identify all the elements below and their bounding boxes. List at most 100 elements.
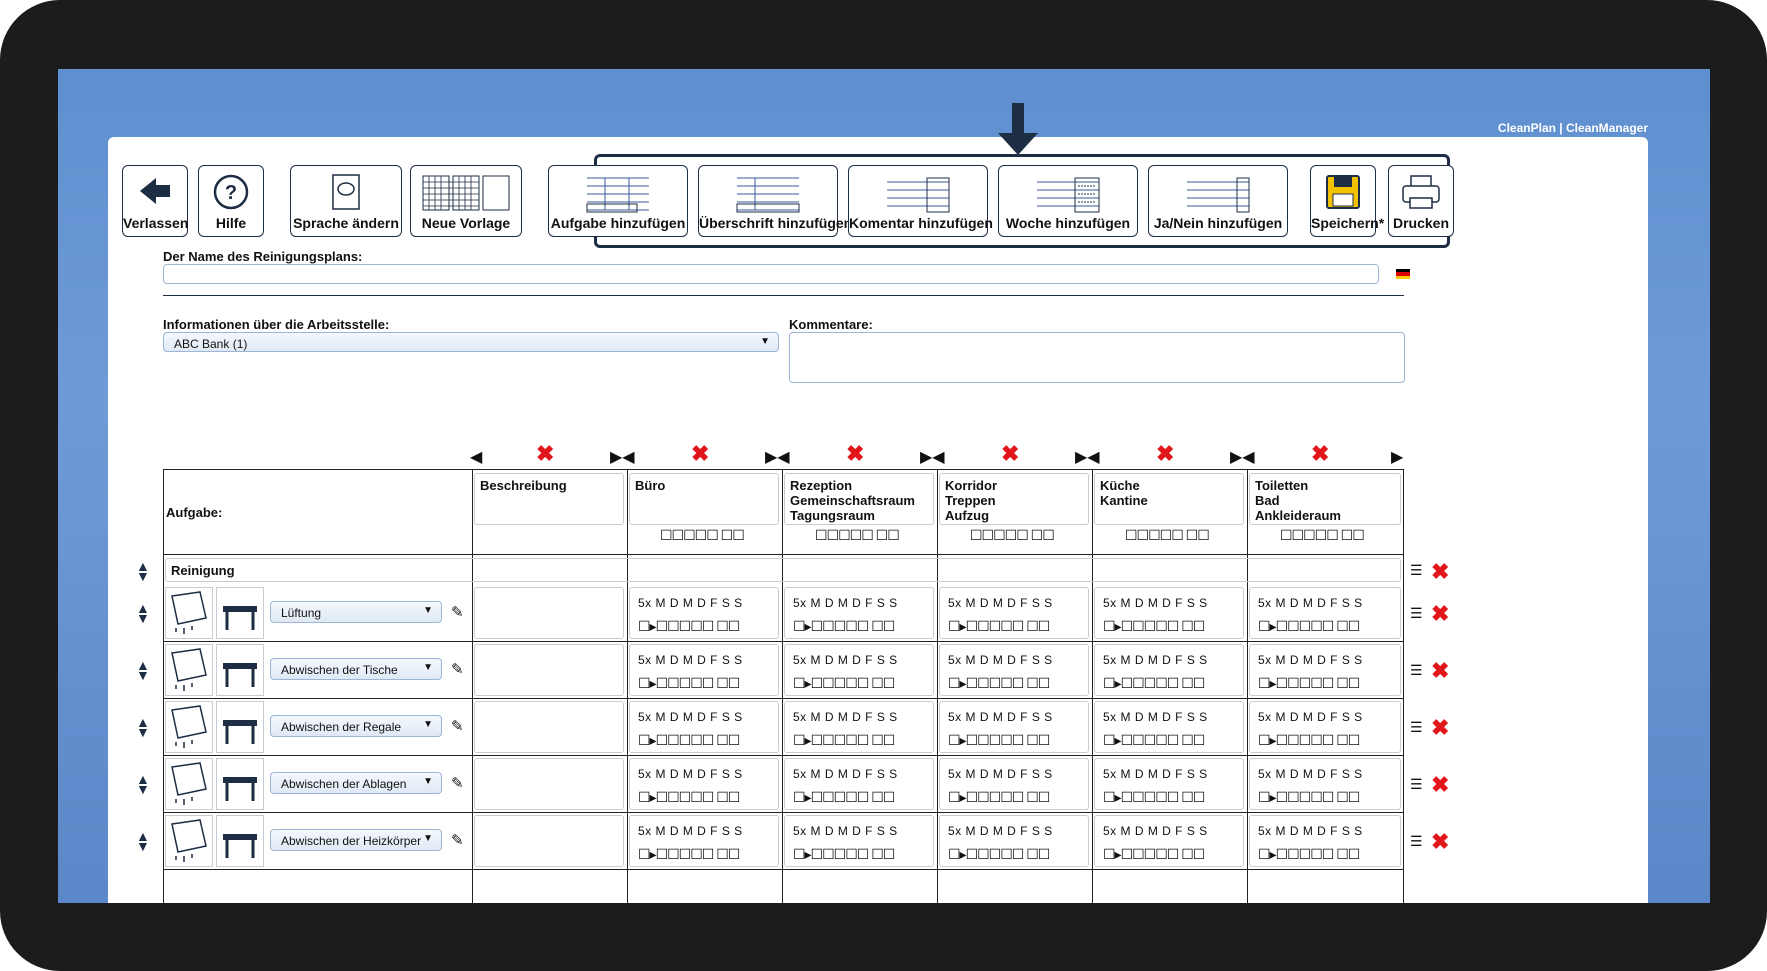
add-row-icon[interactable]: ☰ — [1410, 719, 1423, 736]
day-checkboxes[interactable]: ☐▸☐☐☐☐☐ ☐☐ — [948, 732, 1050, 749]
day-checkboxes[interactable]: ☐▸☐☐☐☐☐ ☐☐ — [948, 618, 1050, 635]
schedule-cell[interactable]: 5x M D M D F S S ☐▸☐☐☐☐☐ ☐☐ — [784, 758, 934, 810]
pencil-icon[interactable]: ✎ — [451, 831, 464, 849]
day-checkboxes[interactable]: ☐▸☐☐☐☐☐ ☐☐ — [1258, 846, 1360, 863]
day-checkboxes[interactable]: ☐▸☐☐☐☐☐ ☐☐ — [1103, 618, 1205, 635]
day-checkboxes[interactable]: ☐▸☐☐☐☐☐ ☐☐ — [1103, 846, 1205, 863]
schedule-cell[interactable]: 5x M D M D F S S ☐▸☐☐☐☐☐ ☐☐ — [939, 644, 1089, 696]
schedule-cell[interactable]: 5x M D M D F S S ☐▸☐☐☐☐☐ ☐☐ — [939, 701, 1089, 753]
day-checkboxes[interactable]: ☐☐☐☐☐ ☐☐ — [1280, 527, 1365, 544]
pencil-icon[interactable]: ✎ — [451, 774, 464, 792]
exit-button[interactable]: Verlassen — [122, 165, 188, 237]
day-checkboxes[interactable]: ☐▸☐☐☐☐☐ ☐☐ — [638, 846, 740, 863]
delete-row-icon[interactable]: ✖ — [1431, 717, 1449, 739]
reorder-handle[interactable]: ▲ ▼ — [136, 559, 150, 583]
day-checkboxes[interactable]: ☐▸☐☐☐☐☐ ☐☐ — [793, 732, 895, 749]
schedule-cell[interactable]: 5x M D M D F S S ☐▸☐☐☐☐☐ ☐☐ — [1094, 587, 1244, 639]
day-checkboxes[interactable]: ☐▸☐☐☐☐☐ ☐☐ — [638, 789, 740, 806]
schedule-cell[interactable]: 5x M D M D F S S ☐▸☐☐☐☐☐ ☐☐ — [629, 758, 779, 810]
day-checkboxes[interactable]: ☐▸☐☐☐☐☐ ☐☐ — [1258, 789, 1360, 806]
reorder-handle[interactable]: ▲ ▼ — [136, 601, 150, 625]
task-picture-2[interactable] — [216, 758, 264, 810]
delete-column-icon[interactable]: ✖ — [1001, 443, 1019, 465]
delete-column-icon[interactable]: ✖ — [691, 443, 709, 465]
delete-row-icon[interactable]: ✖ — [1431, 660, 1449, 682]
delete-row-icon[interactable]: ✖ — [1431, 603, 1449, 625]
day-checkboxes[interactable]: ☐☐☐☐☐ ☐☐ — [815, 527, 900, 544]
task-picture-2[interactable] — [216, 587, 264, 639]
day-checkboxes[interactable]: ☐☐☐☐☐ ☐☐ — [660, 527, 745, 544]
schedule-cell[interactable]: 5x M D M D F S S ☐▸☐☐☐☐☐ ☐☐ — [939, 587, 1089, 639]
description-cell[interactable] — [474, 587, 624, 639]
schedule-cell[interactable]: 5x M D M D F S S ☐▸☐☐☐☐☐ ☐☐ — [1249, 587, 1401, 639]
task-select[interactable]: Abwischen der Heizkörper ▼ — [270, 829, 442, 851]
add-row-icon[interactable]: ☰ — [1410, 605, 1423, 622]
move-right-icon[interactable]: ▶◀ — [610, 447, 635, 467]
day-checkboxes[interactable]: ☐▸☐☐☐☐☐ ☐☐ — [793, 675, 895, 692]
delete-column-icon[interactable]: ✖ — [1311, 443, 1329, 465]
schedule-cell[interactable]: 5x M D M D F S S ☐▸☐☐☐☐☐ ☐☐ — [939, 758, 1089, 810]
add-row-icon[interactable]: ☰ — [1410, 776, 1423, 793]
task-picture-1[interactable] — [165, 815, 213, 867]
schedule-cell[interactable]: 5x M D M D F S S ☐▸☐☐☐☐☐ ☐☐ — [939, 815, 1089, 867]
task-picture-1[interactable] — [165, 587, 213, 639]
schedule-cell[interactable]: 5x M D M D F S S ☐▸☐☐☐☐☐ ☐☐ — [784, 701, 934, 753]
task-select[interactable]: Lüftung ▼ — [270, 601, 442, 623]
help-button[interactable]: ? Hilfe — [198, 165, 264, 237]
delete-row-icon[interactable]: ✖ — [1431, 831, 1449, 853]
delete-row-icon[interactable]: ✖ — [1431, 774, 1449, 796]
reorder-handle[interactable]: ▲ ▼ — [136, 658, 150, 682]
workplace-select[interactable]: ABC Bank (1) ▼ — [163, 332, 779, 352]
description-cell[interactable] — [474, 701, 624, 753]
add-week-button[interactable]: Woche hinzufügen — [998, 165, 1138, 237]
description-cell[interactable] — [474, 644, 624, 696]
task-picture-2[interactable] — [216, 644, 264, 696]
add-row-icon[interactable]: ☰ — [1410, 833, 1423, 850]
area-header[interactable]: Toiletten Bad Ankleideraum — [1249, 473, 1401, 525]
add-heading-button[interactable]: Überschrift hinzufügen — [698, 165, 852, 237]
schedule-cell[interactable]: 5x M D M D F S S ☐▸☐☐☐☐☐ ☐☐ — [784, 815, 934, 867]
new-template-button[interactable]: Neue Vorlage — [410, 165, 522, 237]
task-picture-2[interactable] — [216, 815, 264, 867]
day-checkboxes[interactable]: ☐▸☐☐☐☐☐ ☐☐ — [1103, 675, 1205, 692]
schedule-cell[interactable]: 5x M D M D F S S ☐▸☐☐☐☐☐ ☐☐ — [1249, 644, 1401, 696]
print-button[interactable]: Drucken — [1388, 165, 1454, 237]
task-picture-1[interactable] — [165, 644, 213, 696]
day-checkboxes[interactable]: ☐▸☐☐☐☐☐ ☐☐ — [638, 732, 740, 749]
move-left-icon[interactable]: ◀ — [470, 447, 482, 467]
add-yesno-button[interactable]: Ja/Nein hinzufügen — [1148, 165, 1288, 237]
schedule-cell[interactable]: 5x M D M D F S S ☐▸☐☐☐☐☐ ☐☐ — [1094, 815, 1244, 867]
plan-name-input[interactable] — [163, 264, 1379, 284]
task-picture-1[interactable] — [165, 701, 213, 753]
task-select[interactable]: Abwischen der Tische ▼ — [270, 658, 442, 680]
schedule-cell[interactable]: 5x M D M D F S S ☐▸☐☐☐☐☐ ☐☐ — [784, 644, 934, 696]
delete-row-icon[interactable]: ✖ — [1431, 561, 1449, 583]
add-task-button[interactable]: Aufgabe hinzufügen — [548, 165, 688, 237]
section-heading-row[interactable]: Reinigung — [165, 558, 1401, 582]
schedule-cell[interactable]: 5x M D M D F S S ☐▸☐☐☐☐☐ ☐☐ — [629, 644, 779, 696]
description-cell[interactable] — [474, 758, 624, 810]
task-select[interactable]: Abwischen der Ablagen ▼ — [270, 772, 442, 794]
add-row-icon[interactable]: ☰ — [1410, 662, 1423, 679]
move-right-icon[interactable]: ▶◀ — [1075, 447, 1100, 467]
schedule-cell[interactable]: 5x M D M D F S S ☐▸☐☐☐☐☐ ☐☐ — [784, 587, 934, 639]
comments-textarea[interactable] — [789, 332, 1405, 383]
schedule-cell[interactable]: 5x M D M D F S S ☐▸☐☐☐☐☐ ☐☐ — [1094, 701, 1244, 753]
schedule-cell[interactable]: 5x M D M D F S S ☐▸☐☐☐☐☐ ☐☐ — [1249, 701, 1401, 753]
area-header[interactable]: Rezeption Gemeinschaftsraum Tagungsraum — [784, 473, 934, 525]
day-checkboxes[interactable]: ☐▸☐☐☐☐☐ ☐☐ — [948, 789, 1050, 806]
day-checkboxes[interactable]: ☐▸☐☐☐☐☐ ☐☐ — [638, 675, 740, 692]
task-picture-2[interactable] — [216, 701, 264, 753]
day-checkboxes[interactable]: ☐▸☐☐☐☐☐ ☐☐ — [793, 846, 895, 863]
schedule-cell[interactable]: 5x M D M D F S S ☐▸☐☐☐☐☐ ☐☐ — [1094, 644, 1244, 696]
german-flag-icon[interactable] — [1396, 269, 1410, 279]
day-checkboxes[interactable]: ☐☐☐☐☐ ☐☐ — [970, 527, 1055, 544]
area-header[interactable]: Büro — [629, 473, 779, 525]
reorder-handle[interactable]: ▲ ▼ — [136, 715, 150, 739]
add-row-icon[interactable]: ☰ — [1410, 562, 1423, 579]
save-button[interactable]: Speichern* — [1310, 165, 1384, 237]
delete-column-icon[interactable]: ✖ — [846, 443, 864, 465]
day-checkboxes[interactable]: ☐▸☐☐☐☐☐ ☐☐ — [1103, 789, 1205, 806]
day-checkboxes[interactable]: ☐▸☐☐☐☐☐ ☐☐ — [948, 846, 1050, 863]
pencil-icon[interactable]: ✎ — [451, 603, 464, 621]
